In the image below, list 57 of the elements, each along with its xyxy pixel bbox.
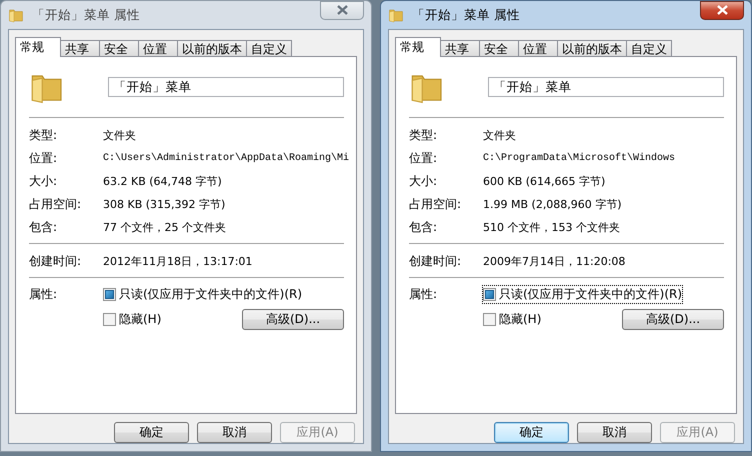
folder-icon bbox=[8, 7, 24, 23]
tab[interactable]: 位置 bbox=[518, 40, 558, 57]
checkbox[interactable]: 隐藏(H) bbox=[483, 311, 542, 328]
window-title: 「开始」菜单 属性 bbox=[32, 6, 141, 24]
close-icon bbox=[716, 5, 728, 15]
property-value: 文件夹 bbox=[483, 128, 517, 143]
name-field[interactable]: 「开始」菜单 bbox=[108, 77, 344, 97]
tab[interactable]: 共享 bbox=[60, 40, 100, 57]
property-value: 63.2 KB (64,748 字节) bbox=[103, 174, 223, 189]
property-label: 位置: bbox=[409, 150, 438, 167]
property-label: 位置: bbox=[29, 150, 58, 167]
tab[interactable]: 位置 bbox=[138, 40, 178, 57]
checkbox[interactable]: 只读(仅应用于文件夹中的文件)(R) bbox=[483, 286, 682, 303]
dialog-button[interactable]: 取消 bbox=[197, 422, 272, 443]
property-value: 文件夹 bbox=[103, 128, 137, 143]
property-value: 600 KB (614,665 字节) bbox=[483, 174, 606, 189]
property-label: 大小: bbox=[29, 173, 58, 190]
property-value: 308 KB (315,392 字节) bbox=[103, 197, 226, 212]
close-button[interactable] bbox=[700, 0, 744, 20]
property-value: 77 个文件，25 个文件夹 bbox=[103, 220, 227, 235]
property-value: 1.99 MB (2,088,960 字节) bbox=[483, 197, 623, 212]
property-value: C:\ProgramData\Microsoft\Windows bbox=[483, 153, 676, 164]
property-value: 2009年7月14日，11:20:08 bbox=[483, 254, 626, 269]
property-label: 大小: bbox=[409, 173, 438, 190]
advanced-button[interactable]: 高级(D)... bbox=[622, 309, 724, 330]
tab[interactable]: 自定义 bbox=[626, 40, 672, 57]
checkbox[interactable]: 只读(仅应用于文件夹中的文件)(R) bbox=[103, 286, 302, 303]
property-label: 类型: bbox=[29, 127, 58, 144]
dialog-button[interactable]: 确定 bbox=[114, 422, 189, 443]
property-label: 占用空间: bbox=[409, 196, 462, 213]
property-label: 属性: bbox=[29, 286, 58, 303]
property-value: C:\Users\Administrator\AppData\Roaming\Mi bbox=[103, 153, 350, 164]
property-label: 占用空间: bbox=[29, 196, 82, 213]
name-field[interactable]: 「开始」菜单 bbox=[488, 77, 724, 97]
window-title: 「开始」菜单 属性 bbox=[412, 6, 521, 24]
property-label: 创建时间: bbox=[29, 253, 82, 270]
property-label: 包含: bbox=[29, 219, 58, 236]
tab[interactable]: 安全 bbox=[479, 40, 519, 57]
property-value: 2012年11月18日，13:17:01 bbox=[103, 254, 254, 269]
property-label: 属性: bbox=[409, 286, 438, 303]
property-value: 510 个文件，153 个文件夹 bbox=[483, 220, 621, 235]
property-label: 创建时间: bbox=[409, 253, 462, 270]
dialog-button[interactable]: 确定 bbox=[494, 422, 569, 443]
tab[interactable]: 以前的版本 bbox=[557, 40, 627, 57]
property-label: 类型: bbox=[409, 127, 438, 144]
dialog-button[interactable]: 取消 bbox=[577, 422, 652, 443]
folder-icon bbox=[388, 7, 404, 23]
property-label: 包含: bbox=[409, 219, 438, 236]
tab[interactable]: 共享 bbox=[440, 40, 480, 57]
tab[interactable]: 常规 bbox=[395, 37, 441, 57]
tab[interactable]: 自定义 bbox=[246, 40, 292, 57]
advanced-button[interactable]: 高级(D)... bbox=[242, 309, 344, 330]
checkbox[interactable]: 隐藏(H) bbox=[103, 311, 162, 328]
tab[interactable]: 安全 bbox=[99, 40, 139, 57]
close-icon bbox=[336, 5, 348, 15]
tab[interactable]: 以前的版本 bbox=[177, 40, 247, 57]
tab[interactable]: 常规 bbox=[15, 37, 61, 57]
